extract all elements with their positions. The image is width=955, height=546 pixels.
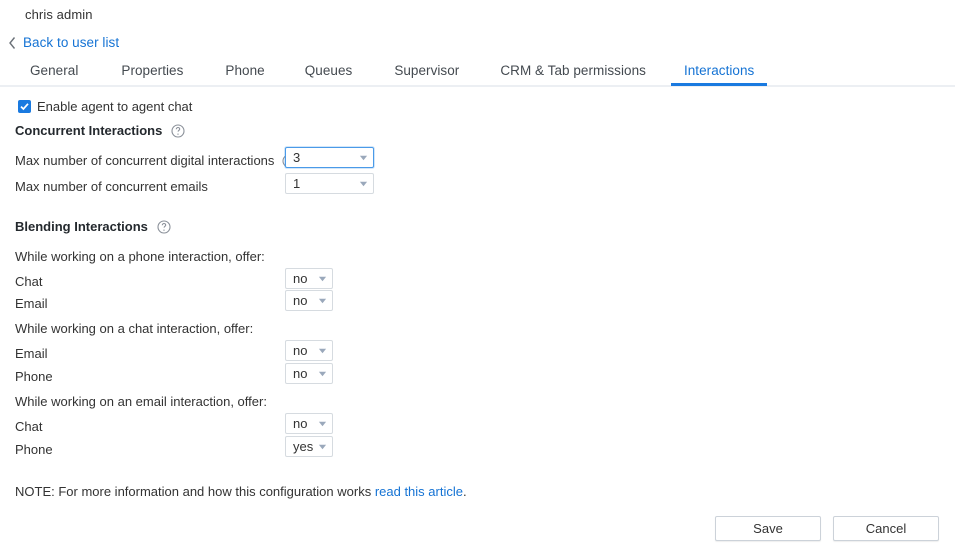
chevron-down-icon — [318, 369, 327, 378]
blending-row: Phone — [15, 439, 415, 460]
select-value: no — [293, 343, 308, 358]
chevron-down-icon — [359, 179, 368, 188]
help-circle-icon[interactable] — [171, 123, 185, 138]
chat-offer-email-select[interactable]: no — [285, 340, 333, 361]
blending-row: Email — [15, 343, 415, 364]
chevron-left-icon — [8, 36, 17, 50]
row-label: Chat — [15, 274, 43, 289]
note-suffix: . — [462, 484, 467, 499]
select-value: yes — [293, 439, 314, 454]
help-circle-icon[interactable] — [157, 219, 171, 234]
chevron-down-icon — [318, 346, 327, 355]
phone-offer-email-select[interactable]: no — [285, 290, 333, 311]
max-emails-select[interactable]: 1 — [285, 173, 374, 194]
chevron-down-icon — [359, 153, 368, 162]
blending-group-caption: While working on a phone interaction, of… — [15, 246, 415, 267]
select-value: no — [293, 271, 308, 286]
row-label: Phone — [15, 369, 53, 384]
tab-queues[interactable]: Queues — [292, 62, 366, 84]
concurrent-interactions-heading: Concurrent Interactions — [15, 123, 185, 138]
enable-agent-chat-row[interactable]: Enable agent to agent chat — [18, 99, 192, 114]
enable-agent-chat-checkbox[interactable] — [18, 100, 31, 113]
chevron-down-icon — [318, 296, 327, 305]
blending-group-caption: While working on an email interaction, o… — [15, 391, 415, 412]
select-value: 3 — [293, 150, 301, 165]
chevron-down-icon — [318, 419, 327, 428]
caption-label: While working on a chat interaction, off… — [15, 321, 254, 336]
select-value: no — [293, 366, 308, 381]
cancel-button[interactable]: Cancel — [833, 516, 939, 541]
select-value: 1 — [293, 176, 301, 191]
blending-interactions-heading: Blending Interactions — [15, 219, 171, 234]
row-label: Email — [15, 296, 48, 311]
select-value: no — [293, 293, 308, 308]
note-text: NOTE: For more information and how this … — [15, 484, 467, 499]
blending-group-caption: While working on a chat interaction, off… — [15, 318, 415, 339]
blending-row: Email — [15, 293, 415, 314]
blending-row: Chat — [15, 271, 415, 292]
back-link-label[interactable]: Back to user list — [23, 35, 119, 50]
email-offer-chat-select[interactable]: no — [285, 413, 333, 434]
save-button[interactable]: Save — [715, 516, 821, 541]
max-emails-label: Max number of concurrent emails — [15, 179, 208, 194]
max-digital-interactions-label: Max number of concurrent digital interac… — [15, 153, 275, 168]
row-label: Email — [15, 346, 48, 361]
chevron-down-icon — [318, 442, 327, 451]
row-label: Chat — [15, 419, 43, 434]
tab-phone[interactable]: Phone — [212, 62, 277, 84]
chat-offer-phone-select[interactable]: no — [285, 363, 333, 384]
note-prefix: NOTE: For more information and how this … — [15, 484, 375, 499]
read-this-article-link[interactable]: read this article — [375, 484, 463, 499]
tab-general[interactable]: General — [17, 62, 91, 84]
max-digital-interactions-select[interactable]: 3 — [285, 147, 374, 168]
caption-label: While working on a phone interaction, of… — [15, 249, 265, 264]
blending-row: Phone — [15, 366, 415, 387]
phone-offer-chat-select[interactable]: no — [285, 268, 333, 289]
concurrent-heading-label: Concurrent Interactions — [15, 123, 163, 138]
chevron-down-icon — [318, 274, 327, 283]
select-value: no — [293, 416, 308, 431]
footer-button-bar: Save Cancel — [0, 516, 955, 541]
tab-properties[interactable]: Properties — [108, 62, 196, 84]
tab-crm-tab-permissions[interactable]: CRM & Tab permissions — [487, 62, 659, 84]
tab-bar: General Properties Phone Queues Supervis… — [0, 62, 955, 87]
caption-label: While working on an email interaction, o… — [15, 394, 267, 409]
blending-row: Chat — [15, 416, 415, 437]
tab-supervisor[interactable]: Supervisor — [381, 62, 472, 84]
blending-heading-label: Blending Interactions — [15, 219, 148, 234]
page-title: chris admin — [25, 7, 93, 22]
tab-interactions[interactable]: Interactions — [670, 62, 768, 86]
email-offer-phone-select[interactable]: yes — [285, 436, 333, 457]
row-label: Phone — [15, 442, 53, 457]
back-to-user-list[interactable]: Back to user list — [8, 35, 119, 50]
enable-agent-chat-label[interactable]: Enable agent to agent chat — [37, 99, 192, 114]
